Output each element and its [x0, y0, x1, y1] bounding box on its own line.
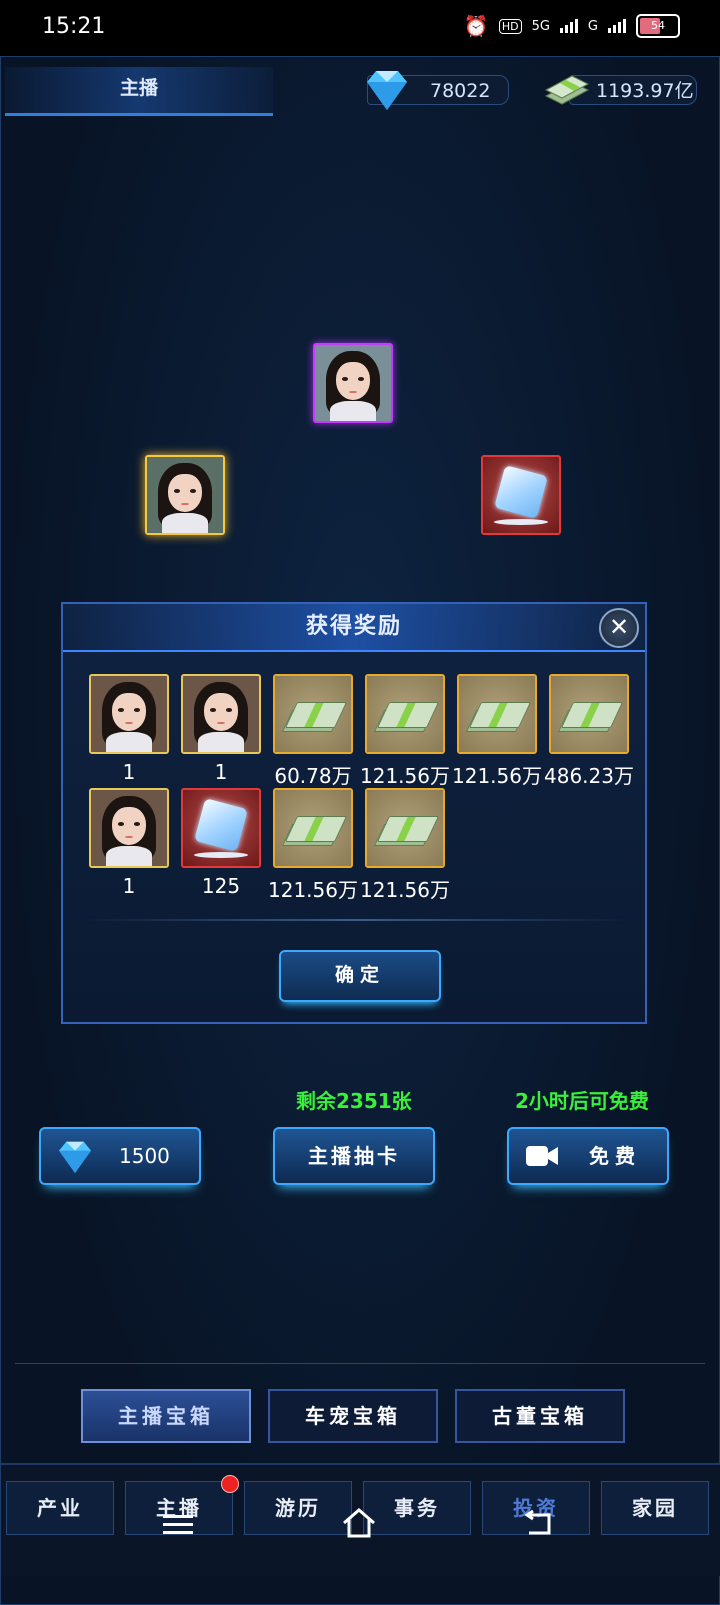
- dialog-title: 获得奖励: [63, 604, 645, 652]
- hd-icon: HD: [498, 18, 522, 34]
- tab-antique-chest[interactable]: 古董宝箱: [455, 1389, 625, 1443]
- cash-card: [457, 674, 537, 754]
- home-icon[interactable]: [341, 1507, 377, 1539]
- diamond-icon: [367, 71, 407, 110]
- reward-item: 121.56万: [359, 674, 451, 789]
- reward-quantity: 1: [122, 760, 136, 784]
- diamond-draw-button[interactable]: 1500: [39, 1127, 201, 1185]
- diamond-icon: [59, 1141, 91, 1173]
- nav-industry[interactable]: 产业: [6, 1481, 114, 1535]
- cash-icon: [275, 676, 351, 752]
- status-bar: 15:21 ⏰ HD 5G G 54: [0, 0, 720, 56]
- free-video-draw-button[interactable]: 免费: [507, 1127, 669, 1185]
- diamond-count: 78022: [430, 80, 491, 102]
- drawn-card-portrait-left: [145, 455, 225, 535]
- reward-item: 121.56万: [267, 788, 359, 903]
- nav-affairs[interactable]: 事务: [363, 1481, 471, 1535]
- reward-quantity: 60.78万: [274, 764, 352, 788]
- cash-card: [365, 674, 445, 754]
- nav-home[interactable]: 家园: [601, 1481, 709, 1535]
- streamer-draw-button[interactable]: 主播抽卡: [273, 1127, 435, 1185]
- tab-vehicle-pet-chest[interactable]: 车宠宝箱: [268, 1389, 438, 1443]
- close-button[interactable]: ✕: [599, 608, 639, 648]
- ice-icon: [194, 798, 248, 852]
- reward-quantity: 121.56万: [360, 878, 450, 902]
- signal-icon-2: [608, 19, 626, 33]
- game-screen: 主播 78022 1193.97亿 获得奖励 ✕ 1 1 60.78万 121.…: [0, 56, 720, 1605]
- remaining-cards-text: 剩余2351张: [296, 1089, 412, 1113]
- back-icon[interactable]: [521, 1509, 555, 1537]
- page-title: 主播: [5, 67, 273, 116]
- reward-item: 60.78万: [267, 674, 359, 789]
- network-g-label: G: [587, 18, 598, 34]
- portrait-card: [181, 674, 261, 754]
- reward-quantity: 1: [122, 874, 136, 898]
- portrait-card: [89, 788, 169, 868]
- section-divider: [15, 1363, 705, 1364]
- free-timer-text: 2小时后可免费: [515, 1089, 649, 1113]
- reward-quantity: 121.56万: [268, 878, 358, 902]
- cash-icon: [275, 790, 351, 866]
- ice-card: [181, 788, 261, 868]
- signal-icon: [559, 19, 578, 33]
- video-camera-icon: [526, 1146, 558, 1166]
- reward-item: 125: [175, 788, 267, 898]
- menu-icon[interactable]: [163, 1513, 193, 1537]
- drawn-card-portrait-top: [313, 343, 393, 423]
- network-5g-label: 5G: [531, 18, 550, 34]
- cash-count: 1193.97亿: [596, 80, 694, 102]
- free-label: 免费: [589, 1144, 641, 1168]
- top-bar: 主播 78022 1193.97亿: [1, 57, 720, 117]
- reward-quantity: 486.23万: [544, 764, 634, 788]
- cash-icon: [544, 75, 590, 105]
- alarm-icon: ⏰: [463, 14, 489, 38]
- cash-icon: [459, 676, 535, 752]
- diamond-cost: 1500: [119, 1144, 170, 1168]
- reward-quantity: 1: [214, 760, 228, 784]
- nav-travel[interactable]: 游历: [244, 1481, 352, 1535]
- ice-icon: [494, 465, 548, 519]
- cash-card: [365, 788, 445, 868]
- reward-item: 486.23万: [543, 674, 635, 789]
- reward-item: 121.56万: [359, 788, 451, 903]
- cash-icon: [367, 790, 443, 866]
- reward-quantity: 121.56万: [360, 764, 450, 788]
- cash-icon: [551, 676, 627, 752]
- cash-balance: 1193.97亿: [544, 75, 697, 105]
- tab-streamer-chest[interactable]: 主播宝箱: [81, 1389, 251, 1443]
- status-icons: ⏰ HD 5G G 54: [464, 14, 680, 38]
- cash-card: [273, 788, 353, 868]
- battery-icon: 54: [636, 14, 680, 38]
- battery-level: 54: [651, 19, 665, 32]
- notification-dot: [221, 1475, 239, 1493]
- reward-quantity: 121.56万: [452, 764, 542, 788]
- diamond-balance: 78022: [367, 71, 509, 110]
- cash-card: [549, 674, 629, 754]
- cash-card: [273, 674, 353, 754]
- streamer-draw-label: 主播抽卡: [308, 1144, 400, 1168]
- confirm-button[interactable]: 确定: [279, 950, 441, 1002]
- status-time: 15:21: [42, 14, 106, 39]
- reward-item: 1: [175, 674, 267, 784]
- reward-quantity: 125: [201, 874, 241, 898]
- cash-icon: [367, 676, 443, 752]
- drawn-card-ice-right: [481, 455, 561, 535]
- reward-item: 121.56万: [451, 674, 543, 789]
- portrait-card: [89, 674, 169, 754]
- divider: [83, 919, 629, 921]
- reward-item: 1: [83, 674, 175, 784]
- reward-item: 1: [83, 788, 175, 898]
- reward-dialog: 获得奖励 ✕ 1 1 60.78万 121.56万 121.56万 486.23万 1 125…: [61, 602, 647, 1024]
